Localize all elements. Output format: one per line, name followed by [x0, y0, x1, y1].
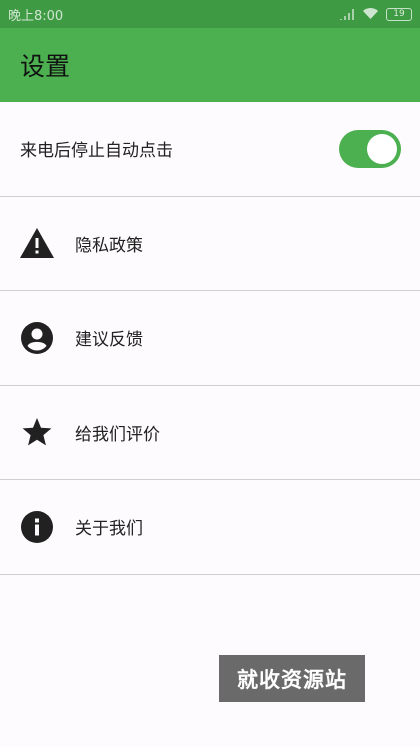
star-icon	[19, 414, 55, 450]
menu-item-feedback[interactable]: 建议反馈	[0, 291, 420, 386]
menu-item-label: 关于我们	[75, 519, 143, 540]
info-icon	[19, 509, 55, 545]
menu-item-label: 给我们评价	[75, 424, 160, 445]
menu-item-label: 隐私政策	[75, 235, 143, 256]
signal-icon	[339, 5, 355, 24]
setting-stop-on-call[interactable]: 来电后停止自动点击	[0, 102, 420, 197]
settings-list: 来电后停止自动点击 隐私政策 建议反馈 给我们评价 关于我们	[0, 102, 420, 575]
account-circle-icon	[19, 320, 55, 356]
watermark: 就收资源站	[219, 655, 365, 702]
setting-stop-on-call-label: 来电后停止自动点击	[20, 141, 173, 162]
warning-icon	[19, 225, 55, 261]
menu-item-rate-us[interactable]: 给我们评价	[0, 385, 420, 480]
app-bar: 设置	[0, 28, 420, 102]
menu-item-label: 建议反馈	[75, 330, 143, 351]
toggle-knob	[367, 133, 397, 164]
menu-item-privacy-policy[interactable]: 隐私政策	[0, 196, 420, 291]
status-icons: 19	[339, 5, 412, 24]
stop-on-call-toggle[interactable]	[339, 129, 401, 168]
wifi-icon	[362, 5, 379, 24]
page-title: 设置	[20, 52, 71, 81]
status-bar: 晚上8:00 19	[0, 0, 420, 28]
status-time: 晚上8:00	[8, 8, 64, 24]
menu-item-about-us[interactable]: 关于我们	[0, 480, 420, 575]
battery-icon: 19	[386, 7, 412, 21]
